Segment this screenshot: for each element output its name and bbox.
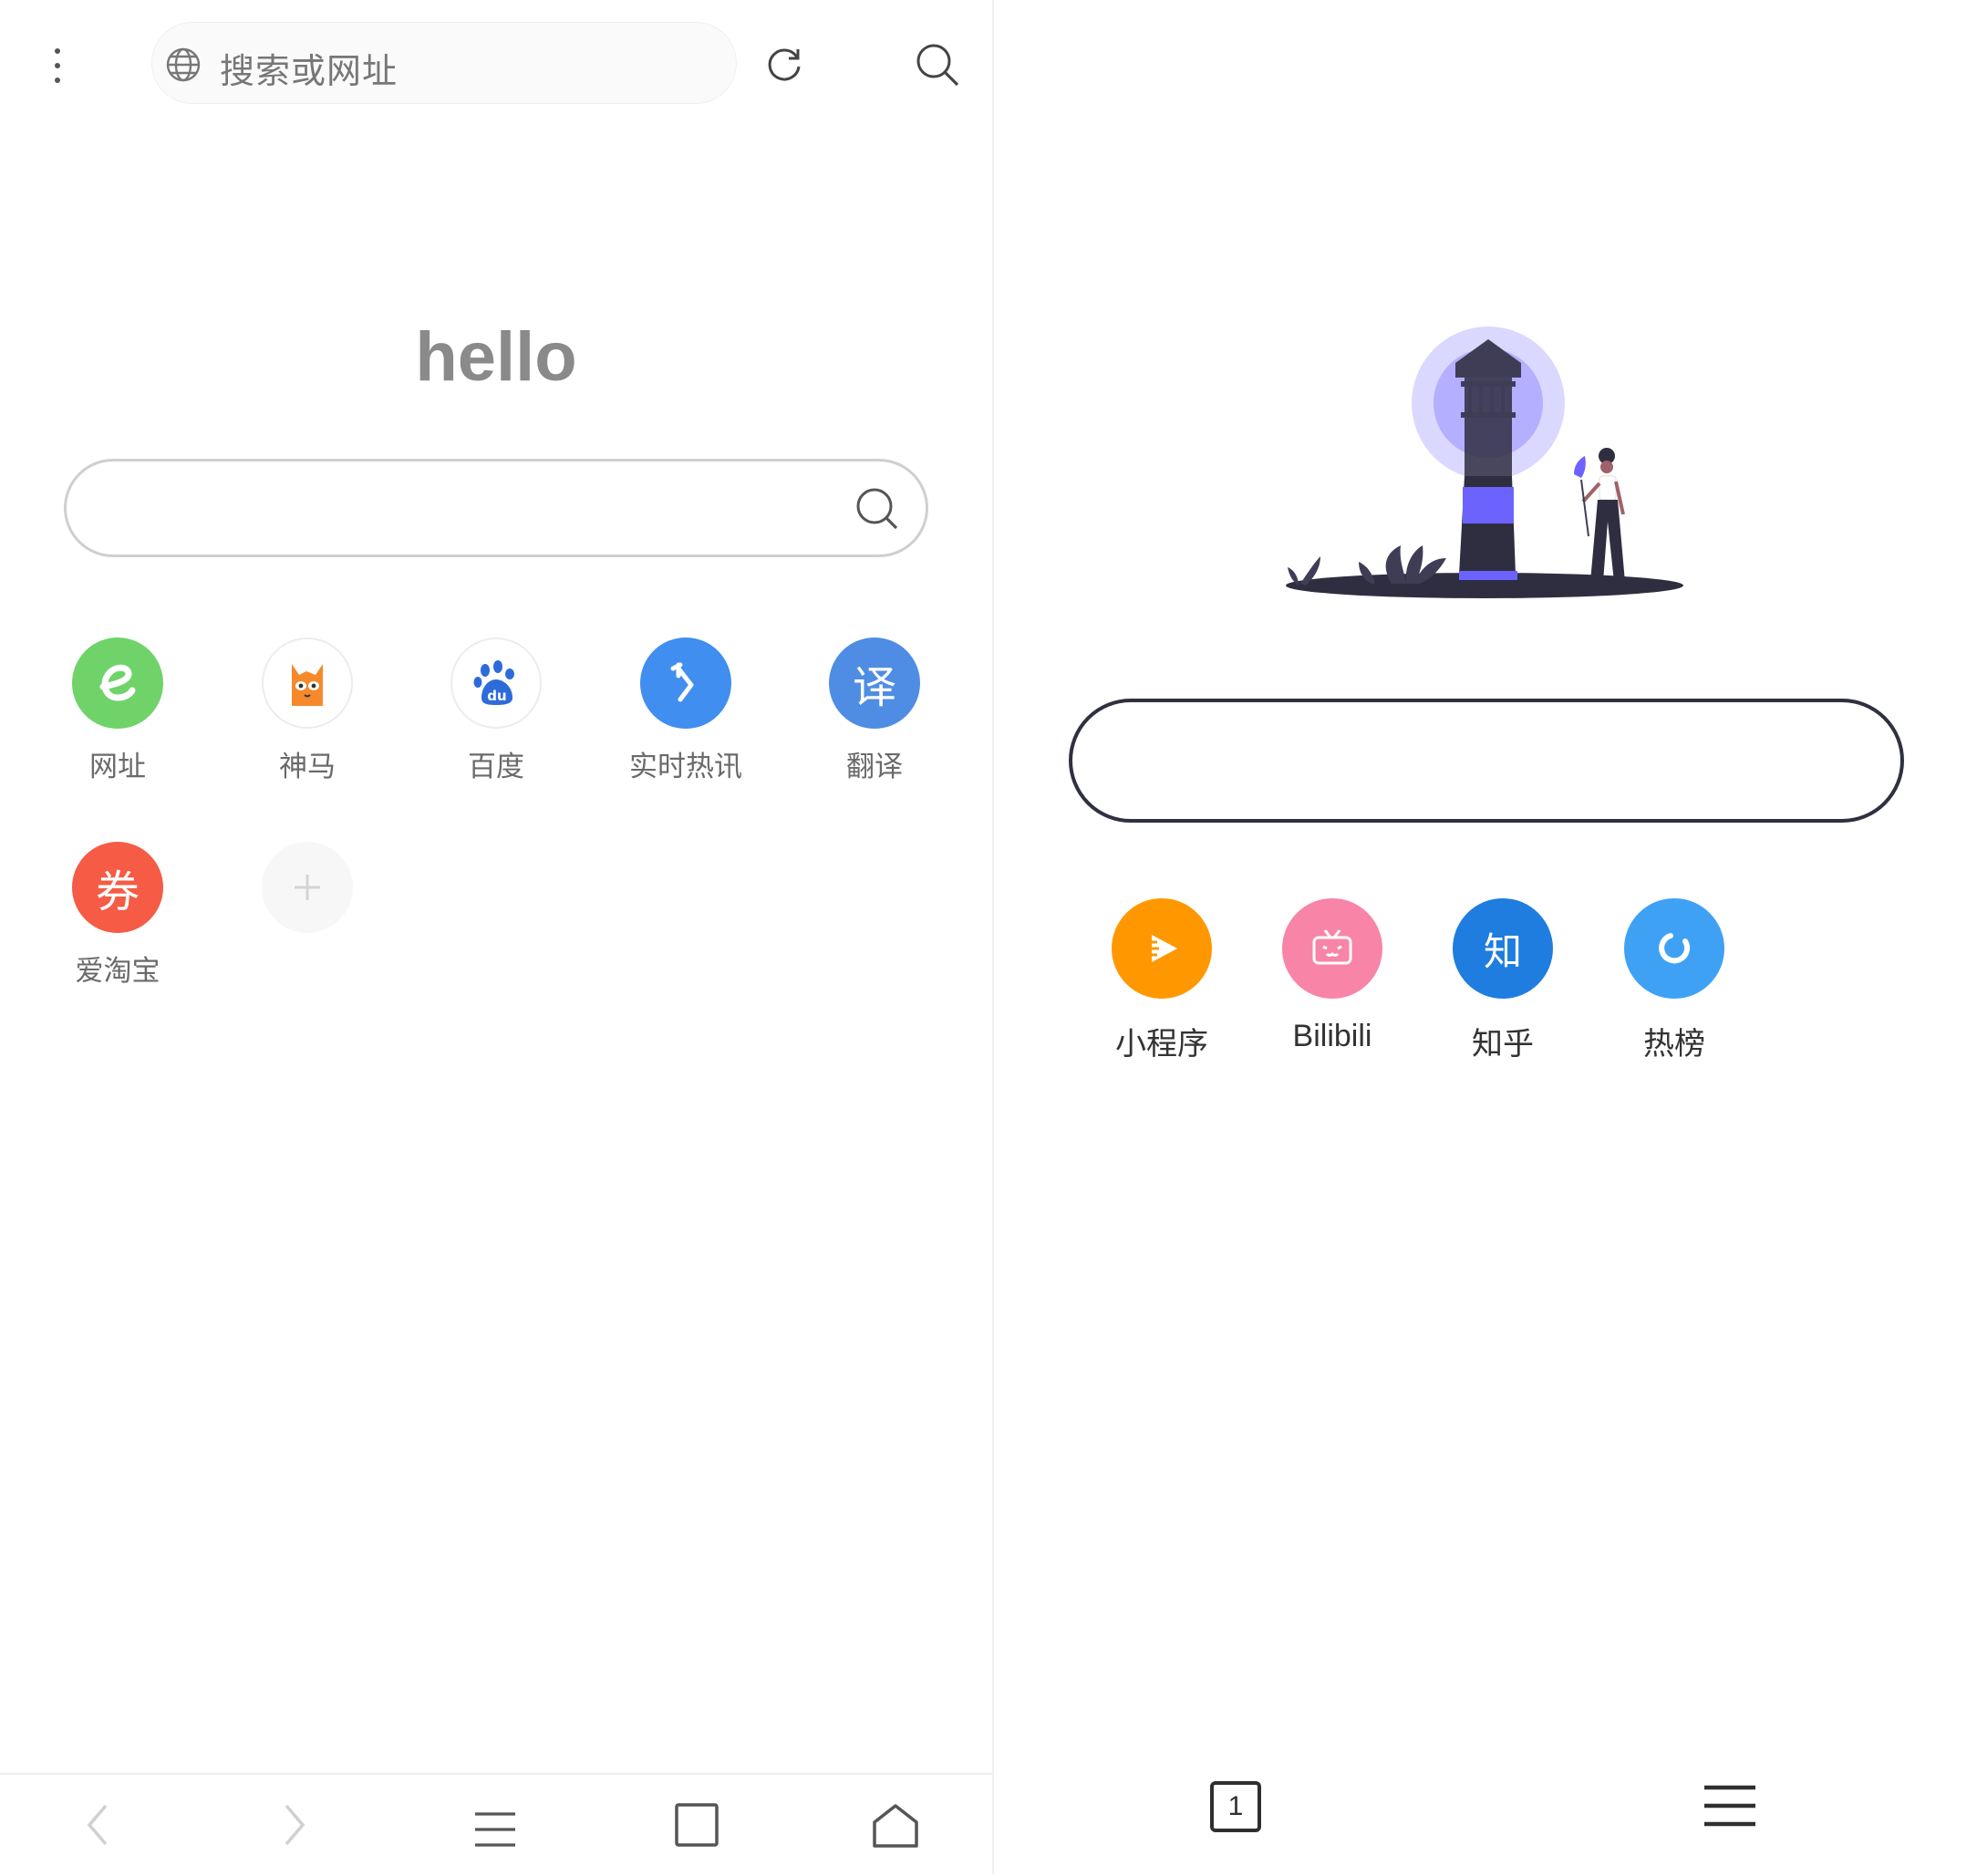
shortcut-shenma[interactable]: 神马 xyxy=(234,637,380,784)
pointer-icon xyxy=(640,637,731,729)
shortcut-wangzhi[interactable]: 网址 xyxy=(45,637,191,784)
forward-icon[interactable] xyxy=(272,1802,317,1848)
shortcut-label: 实时热讯 xyxy=(629,751,742,783)
more-menu-icon[interactable] xyxy=(41,41,74,90)
shortcut-zhihu[interactable]: 知 知乎 xyxy=(1416,898,1589,1063)
back-icon[interactable] xyxy=(77,1802,122,1848)
globe-icon xyxy=(166,47,201,82)
home-icon[interactable] xyxy=(871,1802,920,1850)
plus-icon xyxy=(262,842,353,933)
shortcut-label: 小程序 xyxy=(1115,1027,1208,1062)
shortcut-rebang[interactable]: 热榜 xyxy=(1588,898,1761,1063)
tab-count-button[interactable]: 1 xyxy=(1210,1781,1261,1832)
left-browser-screen: 搜索或网址 hello 网址 神马 du 百度 实时热讯 译 翻译 券 爱淘宝 xyxy=(0,0,992,1876)
shortcut-aitaobao[interactable]: 券 爱淘宝 xyxy=(45,842,191,989)
loading-ring-icon xyxy=(1624,898,1724,999)
shortcut-mini-program[interactable]: 小程序 xyxy=(1075,898,1248,1063)
tabs-icon[interactable] xyxy=(674,1802,719,1848)
coupon-icon: 券 xyxy=(72,842,163,933)
alpaca-icon xyxy=(262,637,353,729)
refresh-icon[interactable] xyxy=(764,45,804,85)
main-search-box[interactable] xyxy=(64,459,928,557)
zhihu-icon: 知 xyxy=(1453,898,1553,999)
menu-icon[interactable] xyxy=(1703,1783,1757,1829)
main-search-box[interactable] xyxy=(1069,699,1904,823)
shortcut-shishi-rexun[interactable]: 实时热讯 xyxy=(613,637,759,784)
shortcut-label: 翻译 xyxy=(846,751,903,783)
translate-icon: 译 xyxy=(829,637,920,729)
baidu-paw-icon: du xyxy=(450,637,542,729)
shortcut-label: 知乎 xyxy=(1472,1027,1534,1062)
svg-text:du: du xyxy=(487,688,506,704)
greeting-title: hello xyxy=(415,318,577,396)
shortcut-label: 百度 xyxy=(468,751,524,783)
lighthouse-illustration xyxy=(1286,326,1683,598)
e-icon xyxy=(72,637,163,729)
shortcut-label: 爱淘宝 xyxy=(75,955,160,987)
tv-icon xyxy=(1282,898,1382,999)
shortcut-bilibili[interactable]: Bilibili xyxy=(1246,898,1419,1054)
shortcut-label: Bilibili xyxy=(1292,1019,1372,1053)
address-placeholder: 搜索或网址 xyxy=(220,53,399,91)
shortcut-label: 神马 xyxy=(279,751,336,783)
menu-icon[interactable] xyxy=(472,1809,518,1850)
right-browser-screen: 小程序 Bilibili 知 知乎 热榜 1 xyxy=(994,0,1977,1874)
shortcut-baidu[interactable]: du 百度 xyxy=(423,637,569,784)
play-icon xyxy=(1112,898,1212,999)
shortcut-fanyi[interactable]: 译 翻译 xyxy=(802,637,947,784)
shortcut-label: 热榜 xyxy=(1643,1027,1705,1062)
bottom-navigation xyxy=(0,1773,992,1876)
shortcut-label: 网址 xyxy=(89,751,146,783)
search-icon[interactable] xyxy=(854,486,900,532)
add-shortcut-button[interactable] xyxy=(234,842,380,933)
search-icon[interactable] xyxy=(914,41,961,88)
address-bar[interactable]: 搜索或网址 xyxy=(151,22,737,104)
